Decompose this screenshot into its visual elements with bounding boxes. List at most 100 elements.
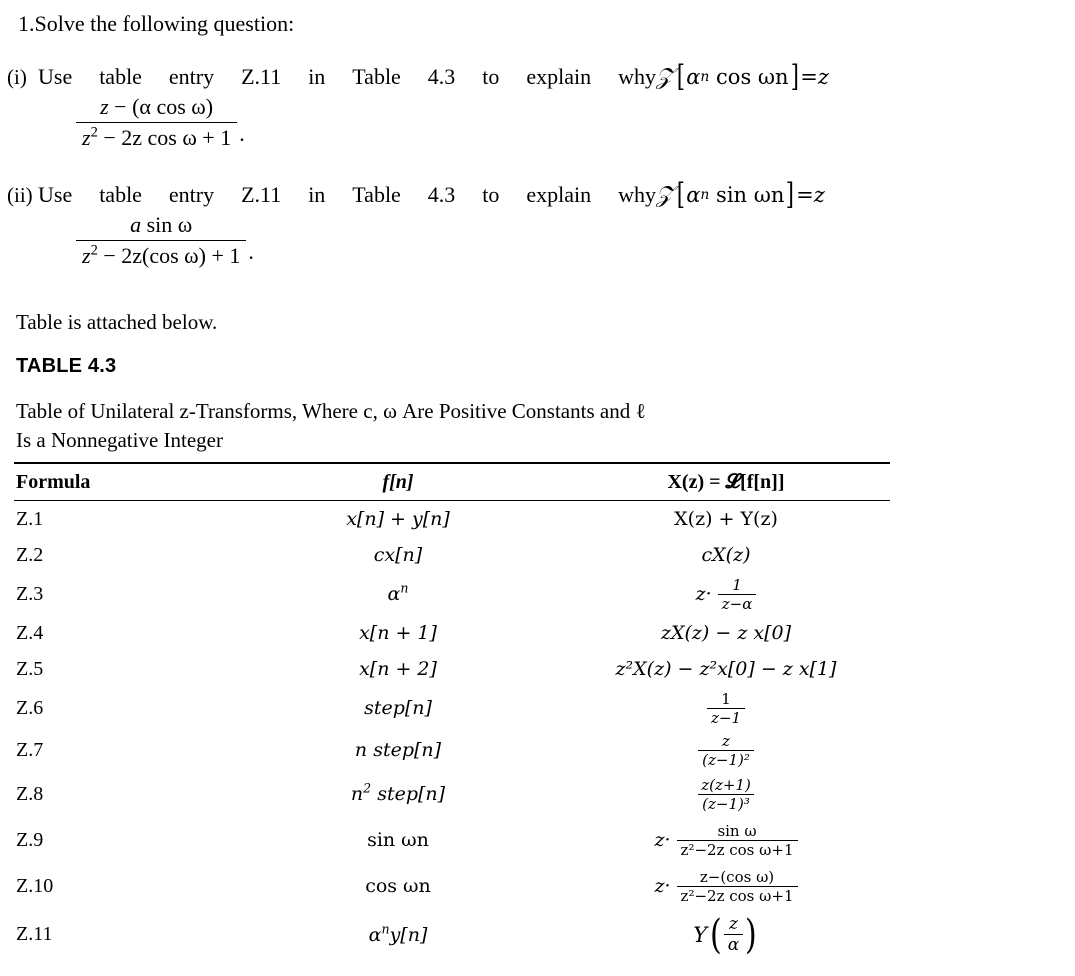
table-row: Z.10 cos ωn z· z−(cos ω) z²−2z cos ω+1 [14, 863, 890, 909]
table-caption-line1: Table of Unilateral z-Transforms, Where … [16, 399, 646, 423]
word: entry [168, 64, 215, 89]
table-row: Z.11 αny[n] Y ( z α ) [14, 909, 890, 960]
question-words-i: Use table entry Z.11 in Table 4.3 to exp… [38, 62, 656, 92]
header-xz: X(z) = 𝓛[f[n]] [562, 471, 890, 494]
row-fn-text: n step[n] [354, 739, 442, 761]
right-bracket: ] [790, 59, 799, 94]
question-line-i: Use table entry Z.11 in Table 4.3 to exp… [38, 62, 829, 92]
table-row: Z.2 cx[n] cX(z) [14, 537, 890, 573]
row-id: Z.4 [16, 621, 44, 644]
word: Use [38, 182, 73, 207]
row-xz: zX(z) − z x[0] [562, 622, 890, 644]
row-fraction: z (z−1)² [698, 732, 754, 769]
row-xz-text: z²X(z) − z²x[0] − z x[1] [615, 658, 837, 680]
word: Z.11 [241, 64, 282, 89]
table-row: Z.5 x[n + 2] z²X(z) − z²x[0] − z x[1] [14, 651, 890, 687]
row-fn-text: αn [387, 580, 409, 605]
z-multiplier: z· [654, 875, 671, 897]
num-z: z [100, 94, 109, 119]
header-xz-text: X(z) = 𝓛[f[n]] [667, 470, 785, 493]
word: why [618, 182, 656, 207]
header-fn: f[n] [234, 471, 562, 494]
row-id: Z.5 [16, 657, 44, 680]
equals-sign: = [800, 65, 818, 89]
row-fn-text: αny[n] [368, 921, 428, 946]
word: why [618, 64, 656, 89]
fraction-numerator: z [728, 914, 738, 934]
row-xz: z(z+1) (z−1)³ [562, 776, 890, 813]
ztransform-expression-i: 𝒵[α n cos ωn] = z [656, 59, 829, 94]
den-rest: − 2z(cos ω) + 1 [103, 243, 241, 268]
left-bracket: [ [676, 59, 685, 94]
row-fn-text: x[n + 1] [359, 622, 437, 644]
fraction-numerator: 1 [721, 689, 731, 708]
word: Table [352, 182, 401, 207]
fraction-denominator: z²−2z cos ω+1 [676, 885, 798, 905]
row-fraction: sin ω z²−2z cos ω+1 [676, 822, 798, 859]
word: in [308, 64, 326, 89]
alpha-symbol: α [686, 65, 701, 89]
num-sin-omega: sin ω [146, 212, 193, 237]
row-xz: z· z−(cos ω) z²−2z cos ω+1 [562, 868, 890, 905]
fraction-denominator: (z−1)² [698, 749, 754, 769]
y-function-name: Y [693, 922, 708, 947]
row-id: Z.7 [16, 738, 44, 761]
alpha-symbol: α [686, 183, 701, 207]
question-item-ii: (ii) Use table entry Z.11 in Table 4.3 t… [4, 180, 825, 269]
script-z-symbol: 𝒵 [656, 64, 674, 90]
page-title: 1.Solve the following question: [18, 11, 295, 36]
row-fn: αn [234, 580, 562, 605]
row-xz: 1 z−1 [562, 690, 890, 727]
den-exponent: 2 [90, 242, 98, 259]
row-id: Z.8 [16, 782, 44, 805]
row-fn-text: sin ωn [367, 829, 429, 851]
word: table [99, 64, 142, 89]
z-transform-table: Formula f[n] X(z) = 𝓛[f[n]] Z.1 x[n] + y… [14, 462, 890, 960]
fraction-numerator: 1 [732, 575, 742, 594]
row-fn: cos ωn [234, 875, 562, 897]
row-fraction: z(z+1) (z−1)³ [697, 776, 755, 813]
word: 4.3 [427, 182, 456, 207]
row-fn-text: x[n] + y[n] [346, 508, 450, 530]
row-fraction: 1 z−α [717, 575, 757, 613]
table-label: TABLE 4.3 [16, 355, 117, 377]
fraction-denominator: α [723, 934, 744, 955]
fraction-denominator: z²−2z cos ω+1 [676, 839, 798, 859]
den-exponent: 2 [90, 124, 98, 141]
word: explain [526, 182, 592, 207]
row-xz: z· sin ω z²−2z cos ω+1 [562, 822, 890, 859]
row-fn-text: x[n + 2] [359, 658, 437, 680]
row-xz-text: X(z) + Y(z) [674, 508, 778, 530]
row-fn: cx[n] [234, 544, 562, 566]
word: explain [526, 64, 592, 89]
sin-term: sin ωn [716, 183, 785, 207]
row-fraction: z α [723, 914, 744, 955]
word: to [482, 64, 500, 89]
left-bracket: [ [676, 177, 685, 212]
row-fn-text: step[n] [364, 697, 432, 719]
row-xz: z· 1 z−α [562, 576, 890, 613]
attached-note: Table is attached below. [16, 310, 218, 334]
ztransform-expression-ii: 𝒵[α n sin ωn] = z [656, 177, 825, 212]
word: 4.3 [427, 64, 456, 89]
fraction-numerator-i: z − (α cos ω) [94, 94, 219, 122]
fraction-denominator-i: z2 − 2z cos ω + 1 [76, 122, 238, 151]
row-id: Z.9 [16, 828, 44, 851]
table-row: Z.9 sin ωn z· sin ω z²−2z cos ω+1 [14, 817, 890, 863]
row-id: Z.6 [16, 696, 44, 719]
row-fn: x[n + 2] [234, 658, 562, 680]
row-xz: cX(z) [562, 544, 890, 566]
word: Use [38, 64, 73, 89]
question-marker-i: (i) [7, 65, 27, 89]
word: to [482, 182, 500, 207]
fraction-numerator: z−(cos ω) [699, 867, 775, 886]
fraction-numerator: z(z+1) [701, 775, 751, 794]
num-paren-group: (α cos ω) [132, 94, 214, 119]
row-xz-text: zX(z) − z x[0] [660, 622, 792, 644]
table-row: Z.8 n2 step[n] z(z+1) (z−1)³ [14, 771, 890, 817]
table-row: Z.1 x[n] + y[n] X(z) + Y(z) [14, 501, 890, 537]
word: Table [352, 64, 401, 89]
question-words-ii: Use table entry Z.11 in Table 4.3 to exp… [38, 180, 656, 210]
table-row: Z.4 x[n + 1] zX(z) − z x[0] [14, 615, 890, 651]
right-paren: ) [745, 911, 757, 958]
